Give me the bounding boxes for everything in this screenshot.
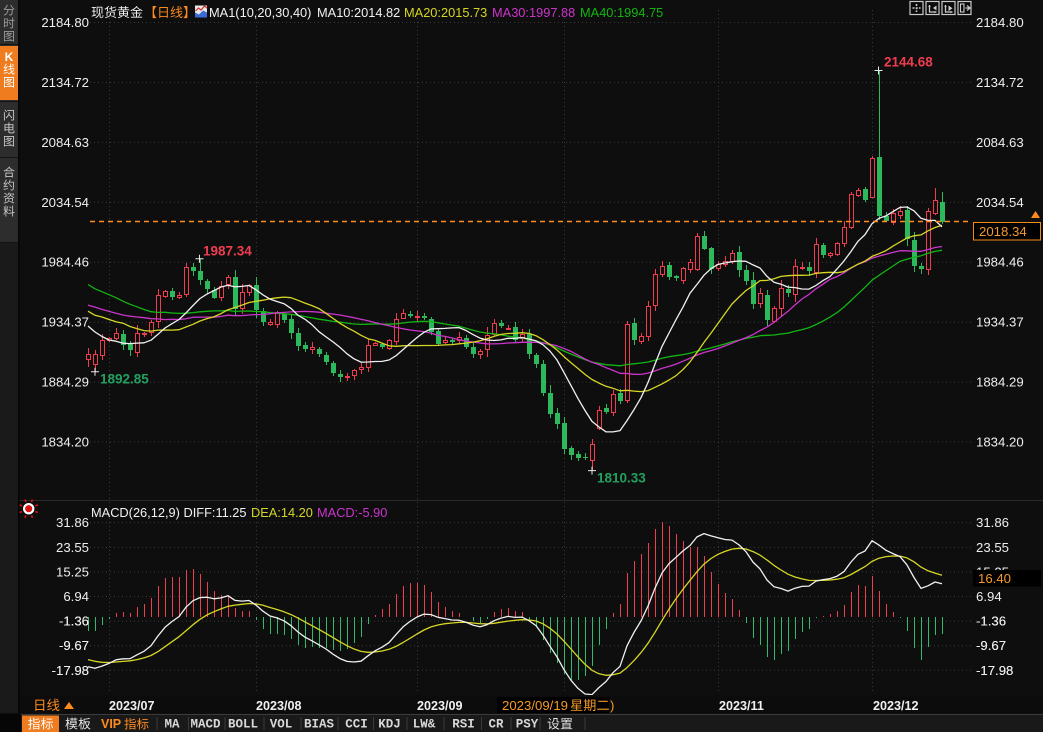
svg-text:-17.98: -17.98 [976, 663, 1013, 678]
svg-text:31.86: 31.86 [976, 515, 1009, 530]
svg-text:-17.98: -17.98 [52, 663, 89, 678]
svg-text:RSI: RSI [452, 718, 475, 732]
svg-text:2184.80: 2184.80 [41, 15, 89, 30]
svg-text:VIP: VIP [101, 717, 121, 731]
svg-text:2023/11: 2023/11 [719, 699, 764, 713]
svg-text:2018.34: 2018.34 [979, 224, 1027, 239]
svg-text:2023/09/19: 2023/09/19 [502, 698, 568, 713]
svg-text:DEA:14.20: DEA:14.20 [251, 505, 313, 520]
svg-text:): ) [610, 698, 614, 713]
svg-text:1810.33: 1810.33 [597, 471, 646, 486]
svg-text:-1.36: -1.36 [976, 614, 1006, 629]
svg-text:1987.34: 1987.34 [203, 244, 252, 259]
svg-text:6.94: 6.94 [63, 589, 89, 604]
svg-text:1934.37: 1934.37 [976, 315, 1024, 330]
svg-text:2023/08: 2023/08 [256, 699, 302, 713]
svg-text:-9.67: -9.67 [59, 638, 89, 653]
svg-text:2134.72: 2134.72 [41, 75, 89, 90]
svg-text:KDJ: KDJ [378, 718, 401, 732]
svg-text:2034.54: 2034.54 [41, 195, 89, 210]
svg-text:MACD:-5.90: MACD:-5.90 [317, 505, 387, 520]
svg-text:2023/07: 2023/07 [109, 699, 155, 713]
svg-text:MA40:1994.75: MA40:1994.75 [580, 5, 663, 20]
svg-text:CCI: CCI [345, 718, 368, 732]
svg-text:BIAS: BIAS [304, 718, 335, 732]
svg-text:MA10:2014.82: MA10:2014.82 [317, 5, 400, 20]
svg-text:VOL: VOL [270, 718, 293, 732]
svg-text:K: K [5, 50, 14, 64]
svg-text:23.55: 23.55 [976, 540, 1009, 555]
svg-text:MA1(10,20,30,40): MA1(10,20,30,40) [209, 5, 311, 20]
svg-text:CR: CR [488, 718, 504, 732]
svg-text:1892.85: 1892.85 [100, 372, 149, 387]
svg-text:16.40: 16.40 [978, 571, 1011, 586]
svg-text:-1.36: -1.36 [59, 614, 89, 629]
svg-text:2023/12: 2023/12 [873, 699, 919, 713]
svg-text:MA20:2015.73: MA20:2015.73 [404, 5, 487, 20]
svg-text:-9.67: -9.67 [976, 638, 1006, 653]
svg-text:2034.54: 2034.54 [976, 195, 1024, 210]
svg-text:2023/09: 2023/09 [417, 699, 463, 713]
svg-text:2084.63: 2084.63 [976, 135, 1024, 150]
svg-text:2084.63: 2084.63 [41, 135, 89, 150]
svg-text:1834.20: 1834.20 [41, 435, 89, 450]
svg-text:1984.46: 1984.46 [41, 255, 89, 270]
svg-text:MA: MA [164, 718, 180, 732]
svg-text:15.25: 15.25 [56, 564, 89, 579]
svg-text:6.94: 6.94 [976, 589, 1002, 604]
svg-text:1834.20: 1834.20 [976, 435, 1024, 450]
svg-text:2184.80: 2184.80 [976, 15, 1024, 30]
svg-text:BOLL: BOLL [228, 718, 258, 732]
svg-text:1884.29: 1884.29 [41, 375, 89, 390]
svg-text:2144.68: 2144.68 [884, 55, 933, 70]
svg-text:LW&: LW& [413, 718, 436, 732]
svg-text:1884.29: 1884.29 [976, 375, 1024, 390]
svg-text:2134.72: 2134.72 [976, 75, 1024, 90]
svg-text:PSY: PSY [516, 718, 539, 732]
svg-text:31.86: 31.86 [56, 515, 89, 530]
svg-text:MACD(26,12,9) DIFF:11.25: MACD(26,12,9) DIFF:11.25 [91, 505, 247, 520]
svg-text:23.55: 23.55 [56, 540, 89, 555]
svg-text:1984.46: 1984.46 [976, 255, 1024, 270]
svg-text:1934.37: 1934.37 [41, 315, 89, 330]
svg-text:MACD: MACD [190, 718, 221, 732]
svg-text:MA30:1997.88: MA30:1997.88 [492, 5, 575, 20]
